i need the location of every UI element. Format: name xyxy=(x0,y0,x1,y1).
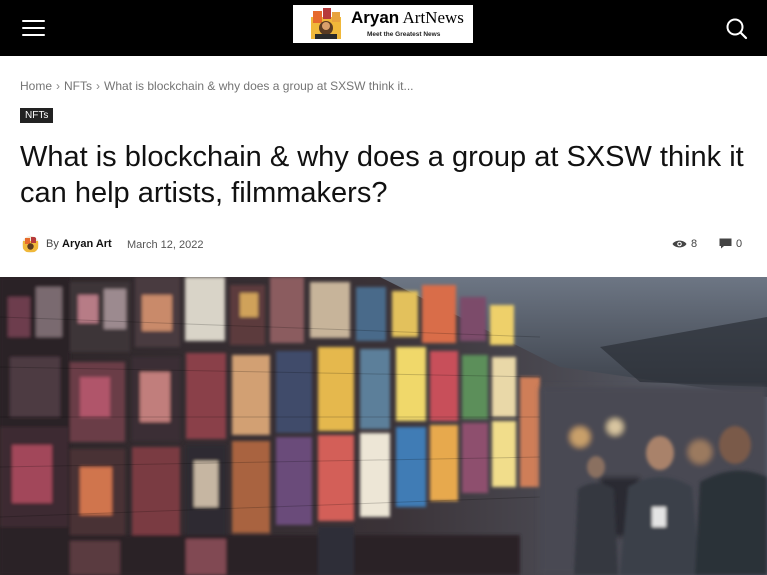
avatar-image-icon xyxy=(23,237,38,252)
top-navbar: Aryan ArtNews Meet the Greatest News xyxy=(0,0,767,56)
breadcrumb-home[interactable]: Home xyxy=(20,79,52,93)
breadcrumb-current: What is blockchain & why does a group at… xyxy=(104,79,414,93)
breadcrumb-separator: › xyxy=(96,79,101,93)
byline-prefix: By xyxy=(46,238,59,250)
view-count: 8 xyxy=(691,238,698,250)
breadcrumb-separator: › xyxy=(56,79,61,93)
comment-count[interactable]: 0 xyxy=(736,238,742,250)
breadcrumb-nfts[interactable]: NFTs xyxy=(64,79,92,93)
featured-image xyxy=(0,277,767,575)
comment-icon[interactable] xyxy=(719,238,732,249)
author-name[interactable]: Aryan Art xyxy=(62,238,112,250)
search-icon[interactable] xyxy=(724,16,750,42)
site-logo[interactable]: Aryan ArtNews Meet the Greatest News xyxy=(293,5,473,43)
category-badge[interactable]: NFTs xyxy=(20,108,54,123)
logo-mark-icon xyxy=(311,8,341,39)
article-stats: 8 0 xyxy=(672,237,747,253)
featured-image-photo xyxy=(0,277,767,575)
logo-tagline: Meet the Greatest News xyxy=(367,31,441,38)
logo-wordmark: Aryan ArtNews xyxy=(351,8,464,27)
breadcrumb: Home › NFTs › What is blockchain & why does … xyxy=(20,79,414,93)
eye-icon xyxy=(672,240,687,248)
article-title: What is blockchain & why does a group at… xyxy=(20,141,744,209)
publish-date: March 12, 2022 xyxy=(127,239,204,251)
author-avatar[interactable] xyxy=(22,236,39,253)
hamburger-menu-icon[interactable] xyxy=(18,14,50,42)
